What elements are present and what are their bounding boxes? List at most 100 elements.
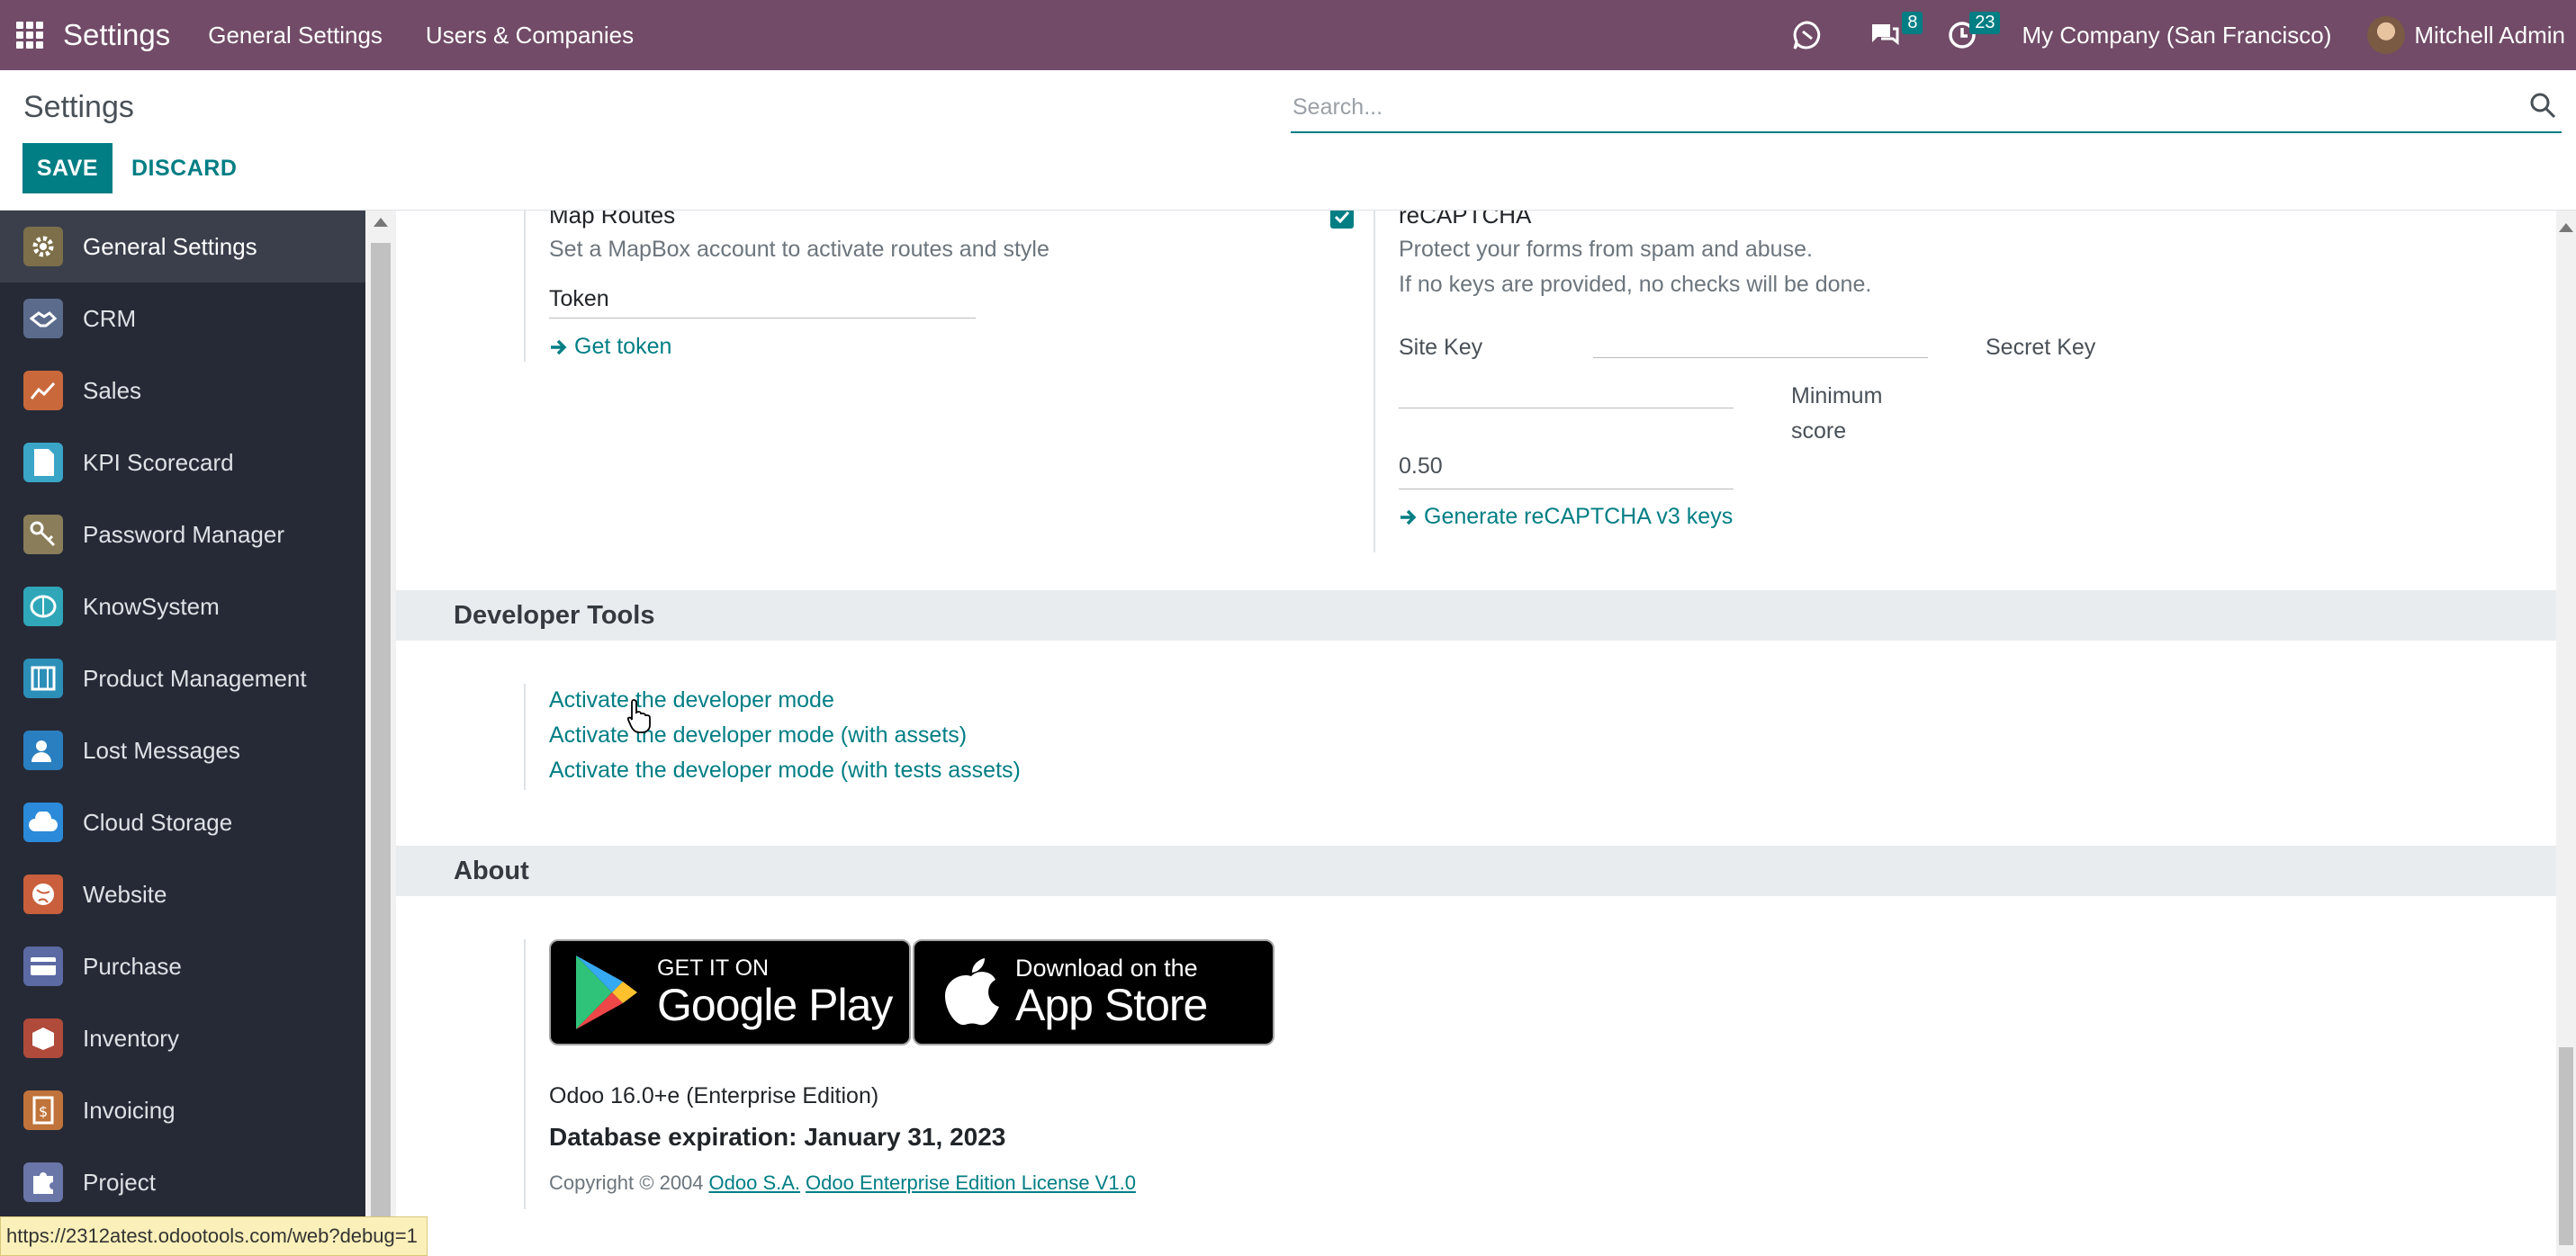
sidebar-item-label: CRM (83, 304, 137, 332)
min-score-label-2: score (1791, 418, 1847, 444)
sidebar-item-invoicing[interactable]: $ Invoicing (0, 1074, 365, 1146)
menu-general-settings[interactable]: General Settings (208, 22, 383, 49)
invoice-icon: $ (23, 1090, 63, 1130)
sidebar-item-label: Purchase (83, 952, 182, 980)
menu-users-companies[interactable]: Users & Companies (426, 22, 634, 49)
site-key-input[interactable] (1593, 336, 1928, 358)
section-title: Developer Tools (454, 601, 655, 630)
google-play-small-text: GET IT ON (657, 955, 770, 981)
save-button[interactable]: SAVE (23, 143, 113, 193)
secret-key-label: Secret Key (1986, 335, 2096, 360)
search-icon[interactable] (2529, 92, 2556, 123)
sidebar-item-lost-messages[interactable]: Lost Messages (0, 714, 365, 786)
sidebar-scrollbar[interactable] (365, 211, 396, 1256)
sidebar-item-password-manager[interactable]: Password Manager (0, 498, 365, 570)
check-icon (1334, 211, 1350, 223)
recaptcha-description: Protect your forms from spam and abuse. (1399, 237, 1813, 262)
keys-icon (23, 515, 63, 554)
scrollbar-thumb[interactable] (2559, 1047, 2573, 1245)
sidebar-item-purchase[interactable]: Purchase (0, 930, 365, 1002)
get-token-link[interactable]: Get token (549, 334, 671, 360)
sidebar-item-label: Password Manager (83, 520, 284, 548)
activate-developer-mode-assets-link[interactable]: Activate the developer mode (with assets… (549, 722, 967, 749)
odoo-sa-link[interactable]: Odoo S.A. (709, 1171, 801, 1195)
app-store-big-text: App Store (1015, 980, 1208, 1030)
settings-content: Map Routes Set a MapBox account to activ… (396, 211, 2556, 1256)
recaptcha-checkbox[interactable] (1330, 211, 1354, 229)
about-header: About (396, 846, 2556, 896)
setting-divider (524, 684, 526, 790)
status-url-tooltip: https://2312atest.odootools.com/web?debu… (0, 1216, 428, 1256)
product-icon (23, 659, 63, 698)
license-link[interactable]: Odoo Enterprise Edition License V1.0 (806, 1171, 1136, 1195)
discard-button[interactable]: DISCARD (131, 143, 237, 193)
copyright-line: Copyright © 2004 Odoo S.A. Odoo Enterpri… (549, 1171, 1136, 1195)
page-title: Settings (23, 90, 134, 124)
puzzle-icon (23, 1162, 63, 1202)
recaptcha-note: If no keys are provided, no checks will … (1399, 272, 1872, 297)
activate-developer-mode-link[interactable]: Activate the developer mode (549, 687, 834, 713)
chat-icon[interactable]: 8 (1867, 12, 1923, 53)
scrollbar-thumb[interactable] (371, 243, 391, 1256)
map-routes-title: Map Routes (549, 211, 676, 229)
google-play-big-text: Google Play (657, 980, 893, 1030)
voip-icon[interactable] (1789, 17, 1825, 53)
content-scrollbar[interactable] (2556, 211, 2576, 1256)
user-menu[interactable]: Mitchell Admin (2414, 22, 2565, 49)
sidebar-item-label: Invoicing (83, 1096, 176, 1124)
activity-badge: 23 (1969, 12, 2001, 34)
site-key-label: Site Key (1399, 335, 1483, 360)
activate-developer-mode-tests-link[interactable]: Activate the developer mode (with tests … (549, 758, 1021, 784)
sidebar-item-knowsystem[interactable]: KnowSystem (0, 570, 365, 642)
token-input[interactable] (549, 301, 976, 318)
control-panel: Settings SAVE DISCARD (0, 70, 2576, 211)
sidebar-item-product-management[interactable]: Product Management (0, 642, 365, 714)
database-expiration: Database expiration: January 31, 2023 (549, 1123, 1006, 1151)
min-score-input[interactable]: 0.50 (1399, 453, 1734, 489)
sidebar-item-label: Sales (83, 376, 142, 404)
chat-badge: 8 (1902, 12, 1923, 34)
box-icon (23, 1018, 63, 1058)
sidebar-item-crm[interactable]: CRM (0, 283, 365, 354)
hand-cursor-icon (626, 699, 651, 733)
app-store-small-text: Download on the (1015, 955, 1198, 982)
user-avatar[interactable] (2367, 16, 2406, 54)
sidebar-item-sales[interactable]: Sales (0, 354, 365, 426)
copyright-text: Copyright © 2004 (549, 1171, 704, 1194)
top-navbar: Settings General Settings Users & Compan… (0, 0, 2576, 70)
generate-recaptcha-link[interactable]: Generate reCAPTCHA v3 keys (1399, 504, 1733, 530)
recaptcha-title: reCAPTCHA (1399, 211, 1532, 229)
sidebar-item-label: Inventory (83, 1024, 179, 1052)
handshake-icon (23, 299, 63, 338)
sidebar-item-inventory[interactable]: Inventory (0, 1002, 365, 1074)
sidebar-item-cloud-storage[interactable]: Cloud Storage (0, 786, 365, 858)
sidebar-item-website[interactable]: Website (0, 858, 365, 930)
cloud-icon (23, 803, 63, 842)
company-switcher[interactable]: My Company (San Francisco) (2022, 22, 2331, 49)
setting-divider (1374, 211, 1375, 552)
activity-clock-icon[interactable]: 23 (1944, 12, 2001, 53)
sidebar-item-label: KPI Scorecard (83, 448, 234, 476)
sidebar-item-label: Project (83, 1168, 156, 1196)
sidebar-item-project[interactable]: Project (0, 1146, 365, 1218)
sidebar-item-general-settings[interactable]: General Settings (0, 211, 365, 283)
sidebar-item-label: KnowSystem (83, 592, 220, 620)
settings-sidebar: General Settings CRM Sales KPI Scorecard… (0, 211, 365, 1256)
setting-divider (524, 939, 526, 1209)
sidebar-item-label: Website (83, 880, 167, 908)
secret-key-input[interactable] (1399, 387, 1734, 408)
map-routes-description: Set a MapBox account to activate routes … (549, 237, 1049, 262)
gear-icon (23, 227, 63, 266)
sidebar-item-label: Product Management (83, 664, 307, 692)
apps-menu-icon[interactable] (16, 22, 43, 49)
app-store-button[interactable]: Download on the App Store (913, 939, 1274, 1045)
svg-text:$: $ (39, 1103, 48, 1120)
document-icon (23, 443, 63, 482)
scroll-up-arrow-icon[interactable] (2559, 223, 2573, 232)
scroll-up-arrow-icon[interactable] (374, 218, 388, 227)
section-title: About (454, 857, 529, 885)
search-input[interactable] (1291, 94, 2497, 121)
google-play-button[interactable]: GET IT ON Google Play (549, 939, 911, 1045)
app-title[interactable]: Settings (63, 18, 170, 52)
sidebar-item-kpi-scorecard[interactable]: KPI Scorecard (0, 426, 365, 498)
